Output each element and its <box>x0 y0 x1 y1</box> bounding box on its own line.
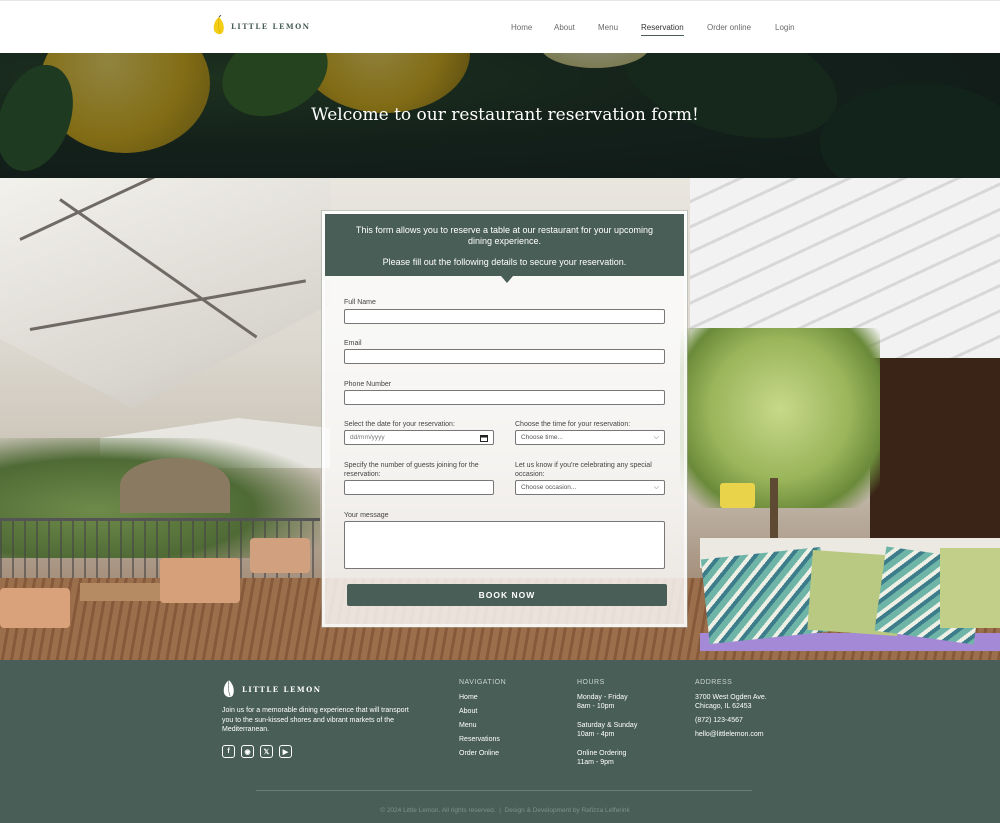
nav-login[interactable]: Login <box>775 23 795 32</box>
occasion-selected-value: Choose occasion... <box>521 484 577 491</box>
message-label: Your message <box>344 512 389 519</box>
lounge-chair <box>160 558 240 603</box>
tree-trunk <box>770 478 778 538</box>
footer-brand-name: LITTLE LEMON <box>242 684 322 694</box>
full-name-input[interactable] <box>344 309 665 324</box>
footer-address-title: ADDRESS <box>695 679 733 686</box>
footer-navigation: NAVIGATION Home About Menu Reservations … <box>459 678 506 763</box>
hours-weekend-time: 10am - 4pm <box>577 731 615 738</box>
site-footer: LITTLE LEMON Join us for a memorable din… <box>0 660 1000 823</box>
email-label: Email <box>344 340 362 347</box>
hours-online-time: 11am - 9pm <box>577 759 614 766</box>
copyright-text: © 2024 Little Lemon. All rights reserved… <box>380 807 496 814</box>
footer-hours-title: HOURS <box>577 679 605 686</box>
lounge-chair <box>0 588 70 628</box>
message-textarea[interactable] <box>344 521 665 569</box>
chevron-down-icon: ⌵ <box>653 483 659 491</box>
date-label: Select the date for your reservation: <box>344 421 455 428</box>
footer-description: Join us for a memorable dining experienc… <box>222 707 409 733</box>
form-intro-text: This form allows you to reserve a table … <box>355 225 654 246</box>
chevron-down-icon: ⌵ <box>653 433 659 441</box>
time-select[interactable]: Choose time... ⌵ <box>515 430 665 445</box>
umbrella-canopy <box>0 178 330 408</box>
guests-input[interactable] <box>344 480 494 495</box>
date-input[interactable]: dd/mm/yyyy <box>344 430 494 445</box>
lemon-logo-icon <box>223 679 234 698</box>
nav-home[interactable]: Home <box>511 23 532 32</box>
date-placeholder: dd/mm/yyyy <box>350 434 385 441</box>
guests-label: Specify the number of guests joining for… <box>344 462 479 478</box>
lounge-chair <box>250 538 310 573</box>
nav-menu[interactable]: Menu <box>598 23 618 32</box>
facebook-icon[interactable]: f <box>222 745 235 758</box>
form-instruction-text: Please fill out the following details to… <box>382 257 627 267</box>
address-phone[interactable]: (872) 123-4567 <box>695 716 767 725</box>
page-title: Welcome to our restaurant reservation fo… <box>311 105 699 125</box>
hours-weekday-days: Monday - Friday <box>577 694 628 701</box>
time-label: Choose the time for your reservation: <box>515 421 631 428</box>
occasion-label: Let us know if you're celebrating any sp… <box>515 462 652 478</box>
social-links: f ◉ 𝕏 ▶ <box>222 745 292 758</box>
instagram-icon[interactable]: ◉ <box>241 745 254 758</box>
address-street: 3700 West Ogden Ave. <box>695 694 767 701</box>
full-name-label: Full Name <box>344 299 376 306</box>
hours-weekend-days: Saturday & Sunday <box>577 722 638 729</box>
site-header: LITTLE LEMON Home About Menu Reservation… <box>0 0 1000 53</box>
nav-reservation[interactable]: Reservation <box>641 23 684 36</box>
main-nav: Home About Menu Reservation Order online… <box>0 23 1000 37</box>
nav-order-online[interactable]: Order online <box>707 23 751 32</box>
phone-input[interactable] <box>344 390 665 405</box>
footer-brand-logo[interactable]: LITTLE LEMON <box>222 678 322 700</box>
footer-link-home[interactable]: Home <box>459 693 506 702</box>
footer-copyright: © 2024 Little Lemon. All rights reserved… <box>0 807 1000 814</box>
copyright-separator: | <box>499 807 501 814</box>
address-email[interactable]: hello@littlelemon.com <box>695 730 767 739</box>
side-lamp <box>720 483 755 508</box>
footer-link-order-online[interactable]: Order Online <box>459 749 506 758</box>
calendar-icon[interactable] <box>480 434 488 442</box>
phone-label: Phone Number <box>344 381 392 388</box>
email-input[interactable] <box>344 349 665 364</box>
credit-text: Design & Development by Rafizza Lefferin… <box>504 807 630 814</box>
occasion-select[interactable]: Choose occasion... ⌵ <box>515 480 665 495</box>
nav-about[interactable]: About <box>554 23 575 32</box>
time-selected-value: Choose time... <box>521 434 563 441</box>
footer-nav-title: NAVIGATION <box>459 679 507 686</box>
address-city: Chicago, IL 62453 <box>695 703 752 710</box>
footer-hours: HOURS Monday - Friday 8am - 10pm Saturda… <box>577 678 637 772</box>
hours-online-label: Online Ordering <box>577 750 627 757</box>
footer-link-reservations[interactable]: Reservations <box>459 735 506 744</box>
x-icon[interactable]: 𝕏 <box>260 745 273 758</box>
footer-divider <box>256 790 752 791</box>
olive-tree <box>680 328 880 508</box>
footer-link-menu[interactable]: Menu <box>459 721 506 730</box>
reservation-form: This form allows you to reserve a table … <box>322 211 687 627</box>
hero-banner: Welcome to our restaurant reservation fo… <box>0 53 1000 178</box>
hours-weekday-time: 8am - 10pm <box>577 703 615 710</box>
book-now-button[interactable]: BOOK NOW <box>347 584 667 606</box>
footer-address: ADDRESS 3700 West Ogden Ave. Chicago, IL… <box>695 678 767 744</box>
youtube-icon[interactable]: ▶ <box>279 745 292 758</box>
form-intro: This form allows you to reserve a table … <box>325 214 684 283</box>
footer-link-about[interactable]: About <box>459 707 506 716</box>
thatch-umbrella <box>120 458 230 513</box>
cushion-green <box>940 548 1000 628</box>
